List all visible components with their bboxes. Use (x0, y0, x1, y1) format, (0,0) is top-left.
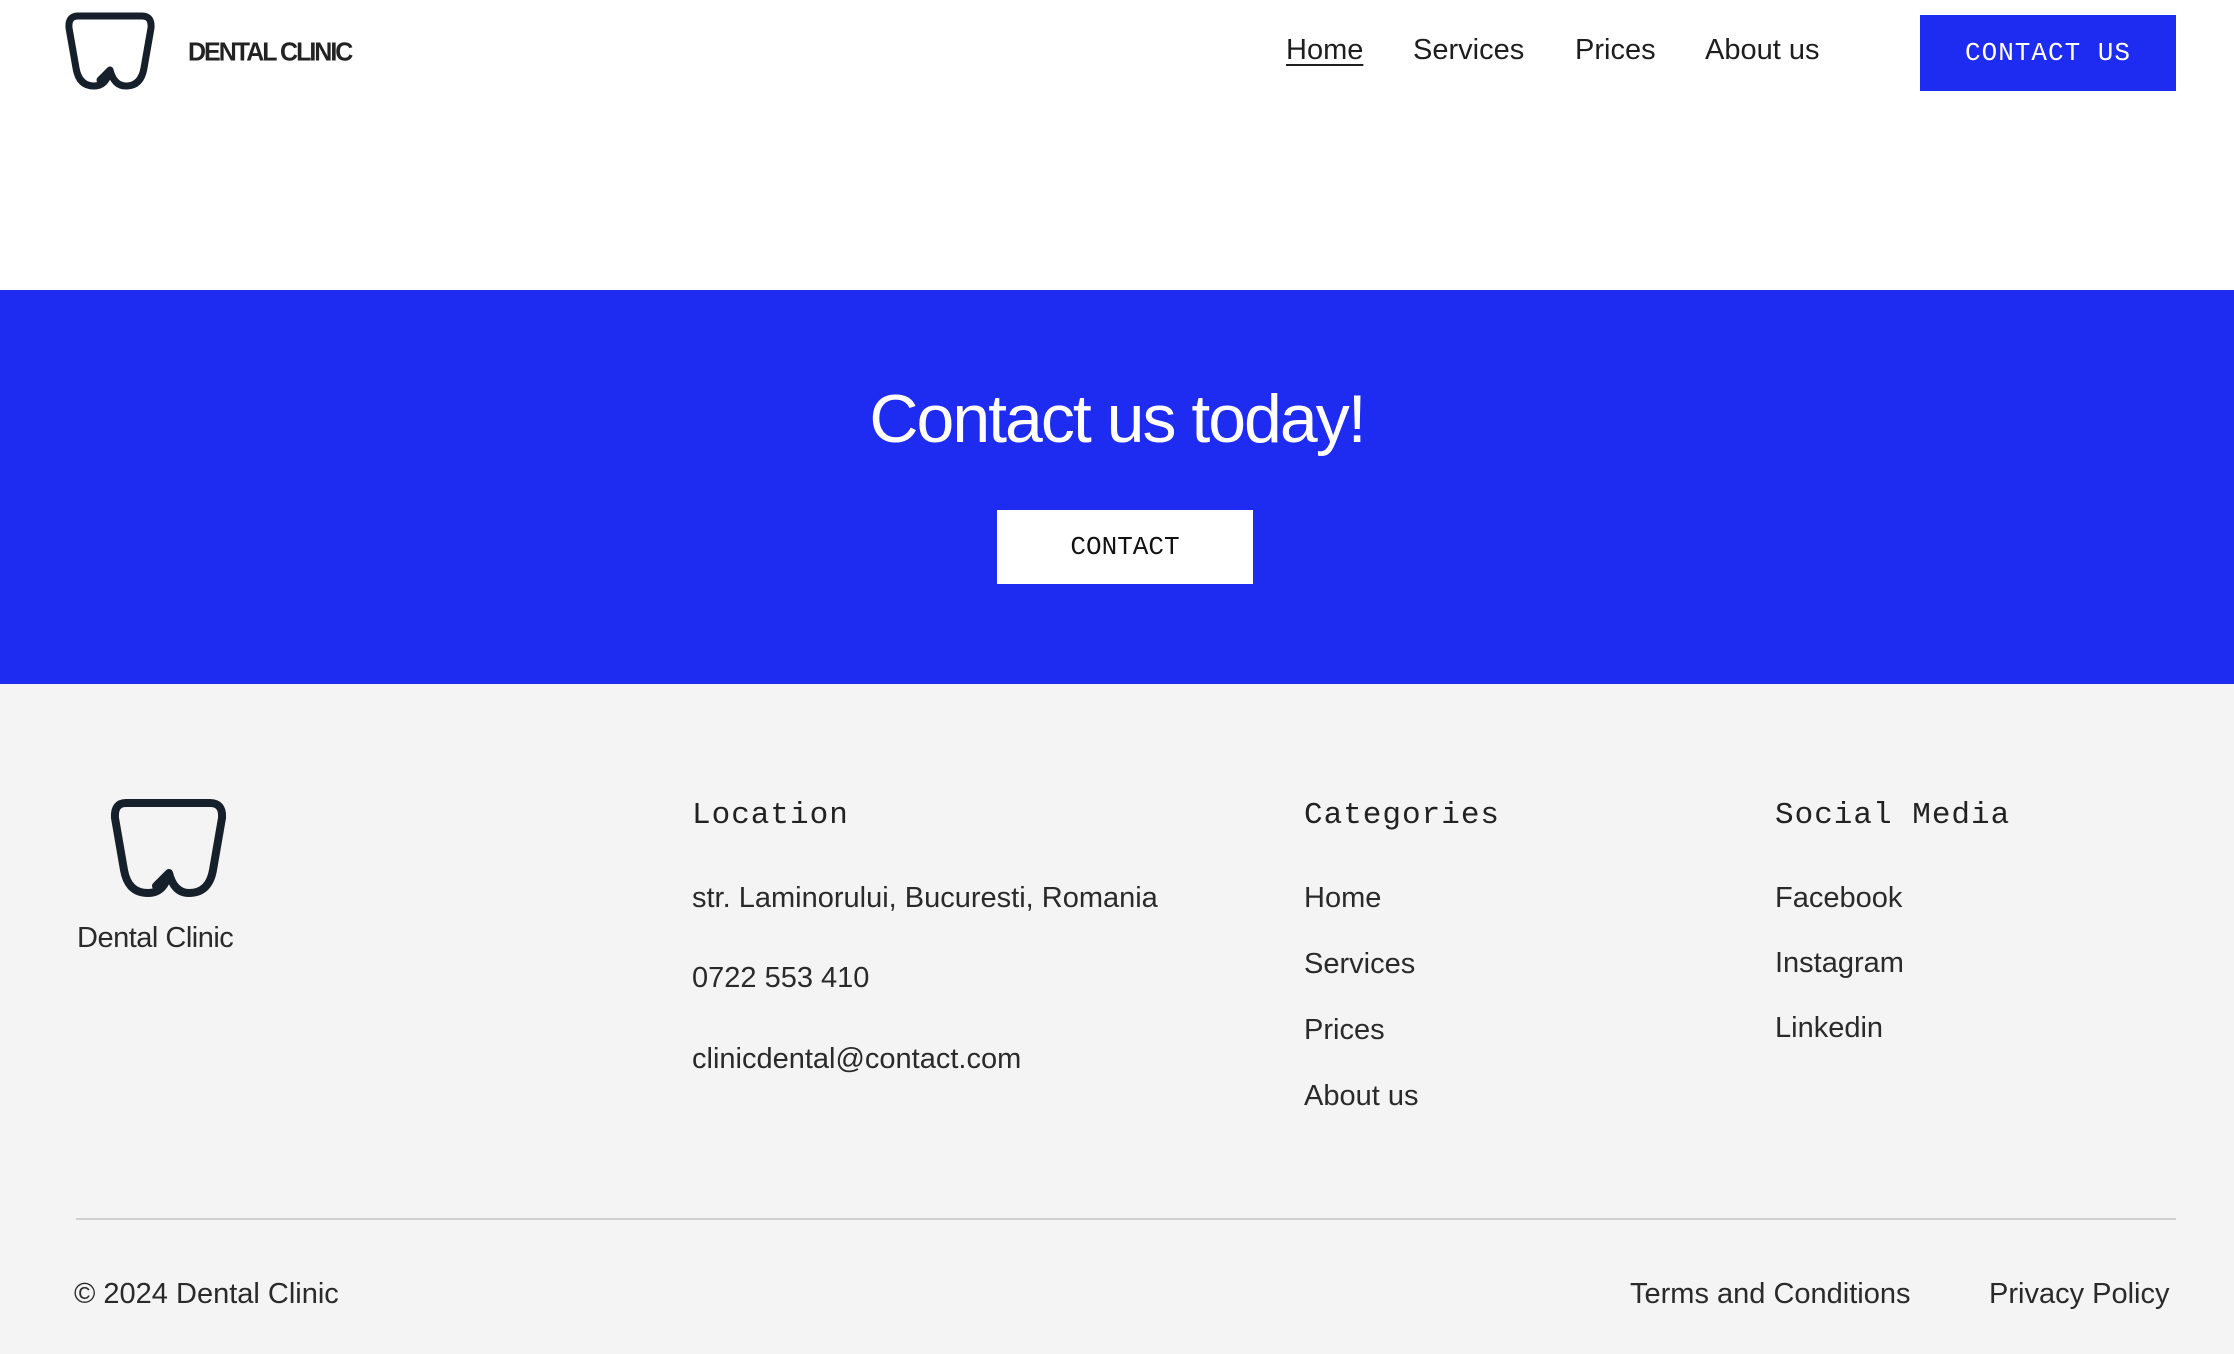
privacy-link[interactable]: Privacy Policy (1989, 1278, 2170, 1311)
site-footer: Dental Clinic Location str. Laminorului,… (0, 684, 2234, 1354)
phone-text: 0722 553 410 (692, 962, 870, 994)
nav-about-us[interactable]: About us (1705, 34, 1819, 67)
cta-section: Contact us today! CONTACT (0, 290, 2234, 684)
address-text: str. Laminorului, Bucuresti, Romania (692, 882, 1158, 914)
social-media-title: Social Media (1775, 798, 2011, 833)
terms-link[interactable]: Terms and Conditions (1630, 1278, 1910, 1311)
logo-text[interactable]: DENTAL CLINIC (188, 37, 353, 67)
tooth-icon (110, 799, 227, 897)
copyright-text: © 2024 Dental Clinic (74, 1278, 339, 1310)
site-header: DENTAL CLINIC Home Services Prices About… (0, 0, 2234, 290)
nav-home[interactable]: Home (1286, 34, 1363, 67)
location-title: Location (692, 798, 849, 833)
cta-contact-button[interactable]: CONTACT (997, 510, 1253, 584)
facebook-link[interactable]: Facebook (1775, 882, 1902, 915)
footer-link-about-us[interactable]: About us (1304, 1080, 1418, 1113)
categories-title: Categories (1304, 798, 1501, 833)
nav-services[interactable]: Services (1413, 34, 1524, 67)
footer-divider (76, 1218, 2176, 1220)
footer-brand: Dental Clinic (77, 922, 234, 954)
tooth-icon[interactable] (64, 12, 156, 90)
nav-prices[interactable]: Prices (1575, 34, 1656, 67)
footer-link-prices[interactable]: Prices (1304, 1014, 1385, 1047)
email-text: clinicdental@contact.com (692, 1043, 1022, 1075)
cta-title: Contact us today! (869, 381, 1366, 457)
footer-link-services[interactable]: Services (1304, 948, 1415, 981)
contact-us-button[interactable]: CONTACT US (1920, 15, 2176, 91)
instagram-link[interactable]: Instagram (1775, 947, 1904, 980)
linkedin-link[interactable]: Linkedin (1775, 1012, 1883, 1045)
footer-link-home[interactable]: Home (1304, 882, 1381, 915)
